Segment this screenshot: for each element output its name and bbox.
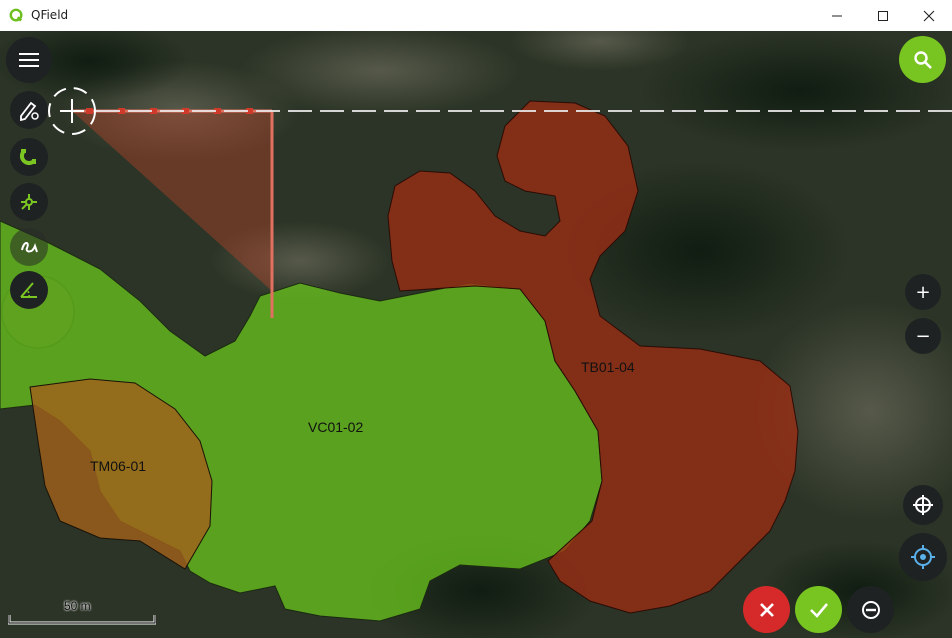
vertex-node-icon xyxy=(21,194,37,210)
feature-label-tb01-04: TB01-04 xyxy=(581,359,635,375)
scale-bar-label: 50 m xyxy=(64,599,91,613)
freehand-icon xyxy=(21,242,38,253)
zoom-out-button[interactable]: − xyxy=(905,318,941,354)
pencil-settings-icon xyxy=(20,101,39,121)
zoom-out-label: − xyxy=(915,325,931,347)
locate-crosshair-button[interactable] xyxy=(903,485,943,525)
maximize-icon xyxy=(878,10,888,21)
gps-icon xyxy=(911,545,935,569)
gps-button[interactable] xyxy=(899,533,947,581)
map-render xyxy=(0,31,952,638)
menu-icon xyxy=(19,53,39,67)
feature-label-tm06-01: TM06-01 xyxy=(90,458,147,474)
magnet-icon xyxy=(19,149,36,166)
close-button[interactable] xyxy=(906,0,952,31)
minimize-icon xyxy=(832,15,842,16)
angle-tool-button[interactable] xyxy=(10,271,48,309)
freehand-button[interactable] xyxy=(10,228,48,266)
qfield-logo-icon xyxy=(9,8,23,22)
digitize-settings-button[interactable] xyxy=(10,91,48,129)
window-title: QField xyxy=(31,8,69,22)
zoom-in-button[interactable]: + xyxy=(905,274,941,310)
topology-button[interactable] xyxy=(10,183,48,221)
remove-vertex-button[interactable] xyxy=(847,586,894,633)
close-icon xyxy=(923,10,935,21)
title-bar: QField xyxy=(0,0,952,32)
angle-icon xyxy=(20,282,37,298)
zoom-in-label: + xyxy=(915,281,931,303)
main-menu-button[interactable] xyxy=(6,37,52,83)
minimize-button[interactable] xyxy=(814,0,860,31)
maximize-button[interactable] xyxy=(860,0,906,31)
remove-vertex-icon xyxy=(861,600,880,619)
cancel-button[interactable] xyxy=(743,586,790,633)
snapping-button[interactable] xyxy=(10,138,48,176)
feature-label-vc01-02: VC01-02 xyxy=(308,419,364,435)
check-icon xyxy=(809,602,828,618)
crosshair-icon xyxy=(913,495,933,515)
map-canvas[interactable]: TB01-04 VC01-02 TM06-01 50 m xyxy=(0,31,952,638)
cancel-icon xyxy=(759,602,774,617)
qfield-window: QField TB01-04 VC01-02 TM06-01 50 m + − xyxy=(0,0,952,638)
search-button[interactable] xyxy=(899,36,946,83)
scale-bar xyxy=(8,615,156,625)
search-icon xyxy=(913,50,932,69)
confirm-button[interactable] xyxy=(795,586,842,633)
